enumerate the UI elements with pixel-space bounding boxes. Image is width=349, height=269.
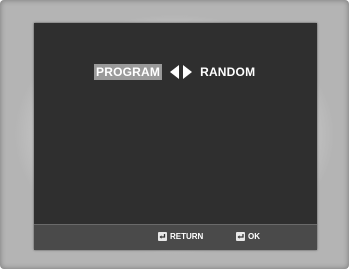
right-arrow-icon[interactable] xyxy=(183,65,193,79)
ok-hint[interactable]: OK xyxy=(236,232,260,241)
footer-bar: RETURN OK xyxy=(34,224,317,250)
arrow-pair[interactable] xyxy=(170,65,193,79)
left-arrow-icon[interactable] xyxy=(170,65,180,79)
play-mode-selector[interactable]: PROGRAM RANDOM xyxy=(94,64,255,80)
option-random[interactable]: RANDOM xyxy=(200,65,255,79)
return-icon xyxy=(158,232,167,241)
option-program[interactable]: PROGRAM xyxy=(94,64,163,80)
enter-icon xyxy=(236,232,245,241)
return-hint[interactable]: RETURN xyxy=(158,232,203,241)
return-label: RETURN xyxy=(170,232,204,241)
osd-screen: PROGRAM RANDOM RETURN OK xyxy=(34,23,317,250)
ok-label: OK xyxy=(248,232,260,241)
tv-frame: PROGRAM RANDOM RETURN OK xyxy=(0,0,349,269)
